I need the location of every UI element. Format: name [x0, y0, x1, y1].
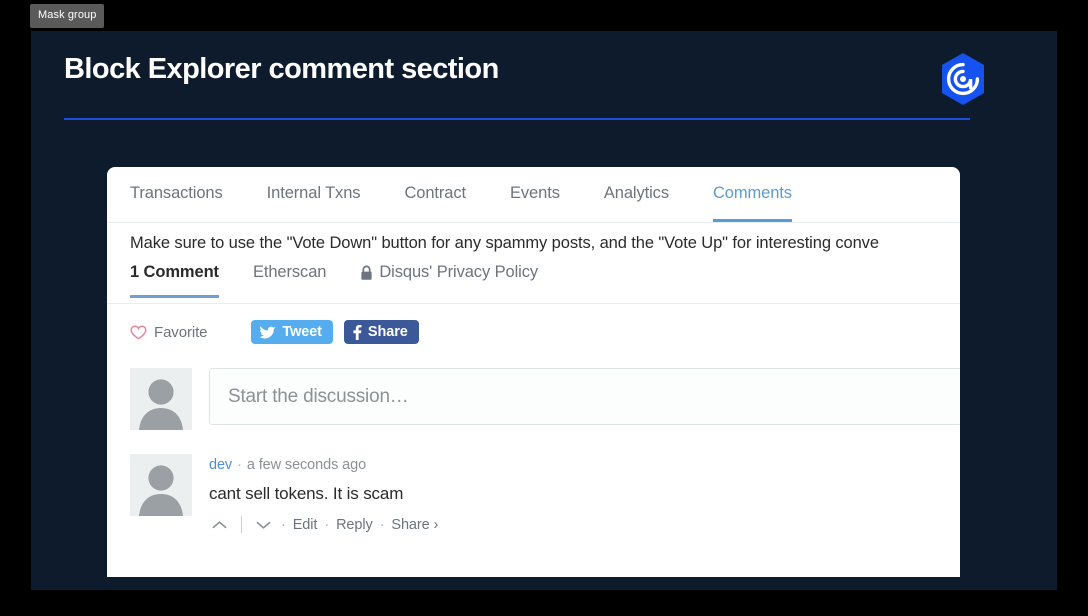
comment-composer: Start the discussion…: [107, 360, 960, 440]
comment-actions: · Edit · Reply · Share ›: [209, 516, 438, 533]
avatar-commenter: [130, 454, 192, 516]
tweet-label: Tweet: [282, 324, 322, 340]
edit-action[interactable]: Edit: [293, 517, 318, 533]
comment-timestamp: a few seconds ago: [246, 457, 367, 473]
comment-count[interactable]: 1 Comment: [130, 263, 219, 298]
tab-internal-txns[interactable]: Internal Txns: [267, 167, 361, 222]
action-dot-1: ·: [281, 516, 286, 533]
comment-input[interactable]: Start the discussion…: [209, 368, 960, 425]
mask-group-tooltip: Mask group: [30, 4, 105, 28]
meta-separator: ·: [237, 457, 242, 473]
action-divider: [241, 516, 242, 533]
facebook-share-button[interactable]: Share: [343, 320, 419, 344]
page-title: Block Explorer comment section: [64, 53, 499, 85]
tab-events[interactable]: Events: [510, 167, 560, 222]
disqus-header: 1 Comment Etherscan Disqus' Privacy Poli…: [107, 263, 960, 304]
facebook-icon: [352, 324, 362, 340]
site-name-link[interactable]: Etherscan: [253, 263, 326, 298]
comment-content: dev · a few seconds ago cant sell tokens…: [209, 454, 438, 533]
favorite-button[interactable]: Favorite: [130, 324, 207, 341]
vote-down-icon[interactable]: [253, 520, 274, 530]
brand-hexagon-logo: [936, 51, 990, 107]
share-row: Favorite Tweet Share: [107, 304, 960, 360]
favorite-label: Favorite: [154, 323, 208, 341]
comment-meta: dev · a few seconds ago: [209, 457, 438, 473]
action-dot-2: ·: [324, 516, 330, 533]
heart-icon: [130, 325, 147, 340]
comment-item: dev · a few seconds ago cant sell tokens…: [107, 440, 960, 533]
twitter-icon: [259, 325, 276, 339]
lock-icon: [360, 265, 373, 281]
privacy-policy-label: Disqus' Privacy Policy: [379, 263, 539, 281]
vote-up-icon[interactable]: [209, 520, 230, 530]
comments-card: Transactions Internal Txns Contract Even…: [107, 167, 960, 577]
panel-header: Block Explorer comment section: [64, 53, 1004, 86]
privacy-policy-link[interactable]: Disqus' Privacy Policy: [360, 263, 538, 298]
action-dot-3: ·: [379, 516, 385, 533]
tab-transactions[interactable]: Transactions: [130, 167, 223, 222]
title-divider: [64, 118, 970, 120]
comment-text: cant sell tokens. It is scam: [209, 484, 404, 503]
tab-bar: Transactions Internal Txns Contract Even…: [107, 167, 960, 223]
slide-panel: Block Explorer comment section Transacti…: [31, 31, 1057, 590]
tab-comments[interactable]: Comments: [712, 167, 792, 222]
voting-notice: Make sure to use the "Vote Down" button …: [130, 233, 879, 252]
tweet-button[interactable]: Tweet: [251, 320, 333, 344]
avatar-current-user: [130, 368, 192, 430]
comment-author[interactable]: dev: [209, 457, 232, 473]
facebook-share-label: Share: [367, 324, 408, 340]
tab-contract[interactable]: Contract: [404, 167, 466, 222]
tab-analytics[interactable]: Analytics: [604, 167, 669, 222]
share-action[interactable]: Share ›: [391, 517, 438, 533]
reply-action[interactable]: Reply: [336, 517, 373, 533]
